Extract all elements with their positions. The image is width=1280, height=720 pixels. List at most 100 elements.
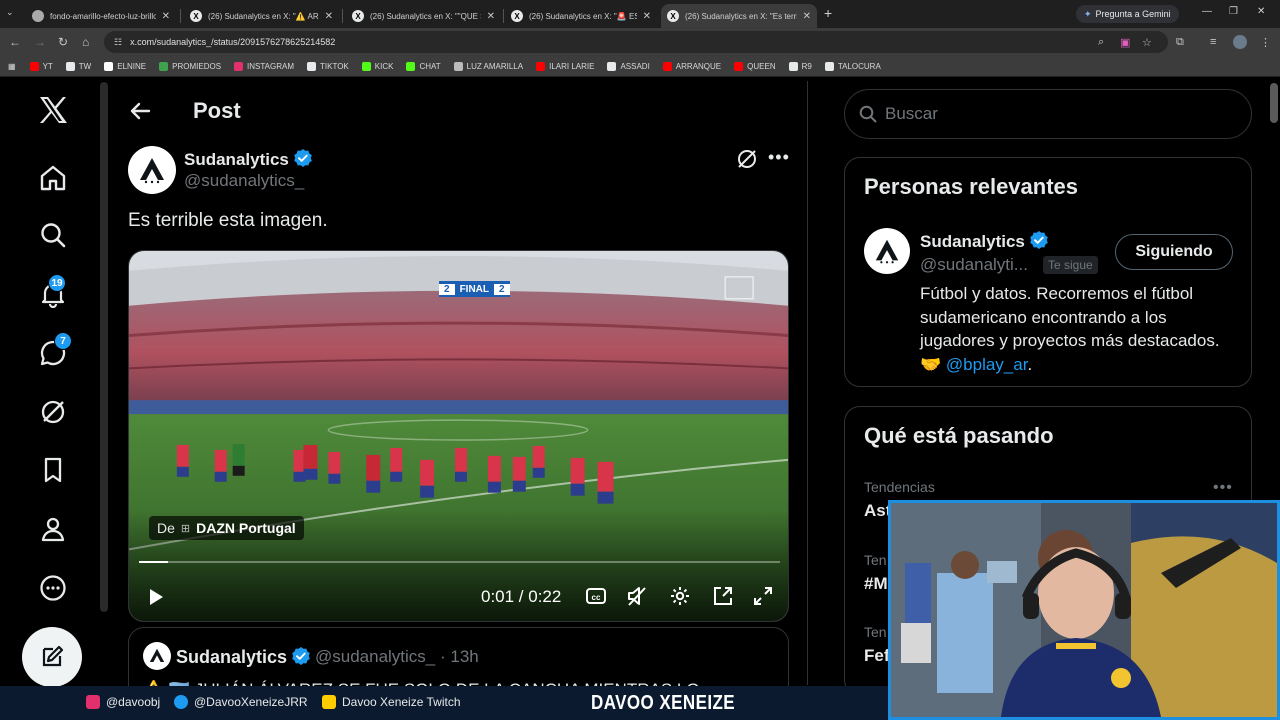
author-name[interactable]: Sudanalytics (184, 148, 313, 170)
video-player[interactable]: 2 FINAL 2 De ⊞ DAZN Portugal 0:01 / 0:22… (128, 250, 789, 622)
bookmark-label: KICK (374, 61, 394, 71)
forward-icon[interactable]: → (34, 35, 46, 49)
bookmark-icon (734, 61, 744, 71)
cast-icon[interactable]: ▣ (1120, 36, 1130, 49)
trend-more-icon[interactable]: ••• (1213, 479, 1233, 497)
relevant-avatar[interactable] (864, 228, 910, 274)
bookmark-item[interactable]: ARRANQUE (662, 61, 721, 71)
source-name[interactable]: DAZN Portugal (196, 520, 296, 536)
explore-search-icon[interactable] (36, 218, 70, 252)
mute-icon[interactable] (626, 585, 648, 612)
home-icon[interactable] (36, 161, 70, 195)
bio-mention-link[interactable]: @bplay_ar (946, 355, 1028, 374)
video-source-label[interactable]: De ⊞ DAZN Portugal (149, 516, 304, 540)
trend-name[interactable]: #M (864, 574, 888, 594)
apps-icon[interactable]: ▦ (8, 62, 16, 71)
more-options-icon[interactable]: ••• (768, 147, 790, 168)
back-arrow-icon[interactable] (128, 99, 152, 128)
search-box[interactable] (844, 89, 1252, 139)
left-scrollbar[interactable] (100, 82, 108, 612)
close-tab-icon[interactable]: ✕ (487, 11, 495, 22)
url-text[interactable]: x.com/sudanalytics_/status/2091576278625… (130, 37, 335, 47)
tab-title: (26) Sudanalytics en X: "⚠️ AR L (208, 11, 319, 21)
close-tab-icon[interactable]: ✕ (803, 11, 811, 22)
grok-explain-icon[interactable] (736, 148, 758, 175)
page-scrollbar[interactable] (1270, 83, 1278, 123)
bookmark-item[interactable]: TALOCURA (824, 61, 881, 71)
video-progress-bar[interactable] (139, 561, 780, 563)
extensions-icon[interactable]: ⧉ (1176, 36, 1184, 49)
bookmark-item[interactable]: ELNINE (104, 61, 146, 71)
compose-icon (42, 645, 64, 667)
browser-tab-active[interactable]: X (26) Sudanalytics en X: "Es terril ✕ (661, 4, 817, 28)
tab-title: (26) Sudanalytics en X: "Es terril (685, 11, 797, 21)
bookmark-item[interactable]: YT (29, 61, 53, 71)
browser-tab[interactable]: fondo-amarillo-efecto-luz-brillo ✕ (26, 4, 176, 28)
bookmark-item[interactable]: TIKTOK (307, 61, 349, 71)
relevant-name[interactable]: Sudanalytics (920, 230, 1049, 252)
close-tab-icon[interactable]: ✕ (643, 11, 651, 22)
more-options-icon[interactable] (36, 571, 70, 605)
bookmark-label: TIKTOK (320, 61, 349, 71)
trend-name[interactable]: Fef (864, 646, 890, 666)
minimize-icon[interactable]: — (1202, 6, 1212, 17)
bookmark-item[interactable]: CHAT (406, 61, 441, 71)
bookmark-item[interactable]: ILARI LARIE (536, 61, 594, 71)
close-window-icon[interactable]: ✕ (1257, 6, 1265, 17)
browser-tab[interactable]: X (26) Sudanalytics en X: ""QUE S ✕ (346, 4, 501, 28)
captions-icon[interactable]: cc (585, 585, 607, 612)
match-scoreboard: 2 FINAL 2 (439, 281, 510, 297)
zoom-icon[interactable]: ⌕ (1098, 36, 1104, 49)
compose-post-button[interactable] (22, 627, 82, 687)
browser-tab[interactable]: X (26) Sudanalytics en X: "🚨 ESAR ✕ (505, 4, 657, 28)
fullscreen-icon[interactable] (752, 585, 774, 612)
relevant-name-text[interactable]: Sudanalytics (920, 232, 1025, 251)
menu-icon[interactable]: ⋮ (1260, 36, 1271, 49)
profile-icon[interactable] (36, 512, 70, 546)
x-logo-icon[interactable] (36, 93, 70, 127)
bookmark-item[interactable]: QUEEN (734, 61, 776, 71)
search-input[interactable] (885, 104, 1225, 124)
restore-icon[interactable]: ❐ (1229, 6, 1238, 17)
x-logo-icon: X (667, 10, 679, 22)
verified-badge-icon (1030, 231, 1048, 249)
tab-search-icon[interactable]: ⌄ (6, 7, 14, 18)
bookmark-item[interactable]: LUZ AMARILLA (453, 61, 523, 71)
following-button[interactable]: Siguiendo (1115, 234, 1233, 270)
author-name-text[interactable]: Sudanalytics (184, 150, 289, 169)
bookmark-item[interactable]: KICK (361, 61, 394, 71)
reload-icon[interactable]: ↻ (58, 35, 68, 49)
bookmark-item[interactable]: ASSADI (607, 61, 650, 71)
new-tab-button[interactable]: + (824, 5, 832, 21)
grok-icon[interactable] (36, 395, 70, 429)
relevant-handle[interactable]: @sudanalyti... (920, 255, 1028, 275)
channel-logo-icon: ⊞ (180, 522, 191, 535)
site-info-icon[interactable]: ☷ (114, 37, 122, 48)
browser-tab[interactable]: X (26) Sudanalytics en X: "⚠️ AR L ✕ (184, 4, 339, 28)
address-bar[interactable]: ☷ x.com/sudanalytics_/status/20915762786… (104, 31, 1168, 53)
bookmark-label: QUEEN (747, 61, 776, 71)
bookmark-item[interactable]: R9 (788, 61, 812, 71)
bookmark-icon (104, 61, 114, 71)
close-tab-icon[interactable]: ✕ (325, 11, 333, 22)
back-icon[interactable]: ← (9, 35, 21, 49)
gemini-button[interactable]: ✦ Pregunta a Gemini (1076, 5, 1179, 23)
profile-avatar[interactable] (1233, 35, 1247, 49)
picture-in-picture-icon[interactable] (712, 585, 734, 612)
home-icon[interactable]: ⌂ (82, 35, 89, 49)
bookmark-item[interactable]: INSTAGRAM (234, 61, 294, 71)
close-tab-icon[interactable]: ✕ (162, 11, 170, 22)
reading-list-icon[interactable]: ≡ (1210, 36, 1216, 48)
svg-text:cc: cc (592, 593, 601, 602)
bookmark-item[interactable]: TW (65, 61, 91, 71)
instagram-icon (86, 695, 100, 709)
trend-context: Tendencias (864, 479, 935, 495)
trend-context: Ten (864, 552, 887, 568)
bookmark-star-icon[interactable]: ☆ (1142, 36, 1152, 49)
bookmark-item[interactable]: PROMIEDOS (159, 61, 221, 71)
settings-gear-icon[interactable] (669, 585, 691, 612)
author-handle[interactable]: @sudanalytics_ (184, 171, 304, 191)
author-avatar[interactable] (128, 146, 176, 194)
play-icon[interactable] (147, 587, 165, 612)
bookmarks-icon[interactable] (36, 453, 70, 487)
